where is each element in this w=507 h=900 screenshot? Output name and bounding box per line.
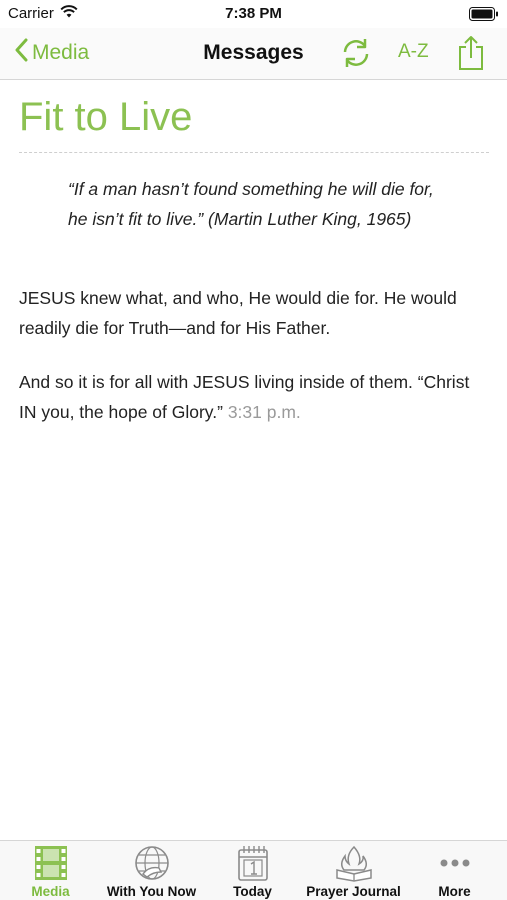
film-icon: [34, 844, 68, 882]
message-quote: “If a man hasn’t found something he will…: [68, 179, 434, 229]
message-paragraph-1: JESUS knew what, and who, He would die f…: [19, 288, 457, 338]
message-paragraph-2: And so it is for all with JESUS living i…: [19, 367, 489, 427]
status-time: 7:38 PM: [225, 5, 282, 22]
page-title: Messages: [203, 41, 304, 64]
tab-today-label: Today: [233, 884, 272, 899]
screen: Carrier 7:38 PM Media Messages A-Z Fit t…: [0, 0, 507, 900]
more-dots-icon: [438, 844, 472, 882]
tab-prayer-journal-label: Prayer Journal: [306, 884, 401, 899]
tab-media[interactable]: Media: [0, 844, 101, 900]
tab-with-you-now-label: With You Now: [106, 884, 197, 899]
flame-book-icon: [334, 844, 374, 882]
share-icon: [457, 36, 485, 76]
refresh-icon: [338, 39, 374, 75]
tab-today[interactable]: Today: [202, 844, 303, 900]
sort-az-button[interactable]: A-Z: [398, 41, 429, 63]
battery-icon: [469, 7, 499, 25]
tab-with-you-now[interactable]: With You Now: [101, 844, 202, 900]
tab-bar: Media With You Now Today Prayer Journal …: [0, 840, 507, 900]
globe-hand-icon: [133, 844, 171, 882]
tab-media-label: Media: [31, 884, 70, 899]
tab-more-label: More: [438, 884, 471, 899]
calendar-icon: [237, 844, 269, 882]
message-title: Fit to Live: [19, 95, 193, 139]
refresh-button[interactable]: [338, 35, 374, 76]
status-bar: Carrier 7:38 PM: [0, 0, 507, 28]
share-button[interactable]: [457, 34, 485, 77]
message-timestamp: 3:31 p.m.: [227, 402, 301, 422]
divider: [19, 152, 489, 153]
tab-more[interactable]: More: [404, 844, 505, 900]
nav-bar: Media Messages A-Z: [0, 28, 507, 80]
tab-prayer-journal[interactable]: Prayer Journal: [303, 844, 404, 900]
